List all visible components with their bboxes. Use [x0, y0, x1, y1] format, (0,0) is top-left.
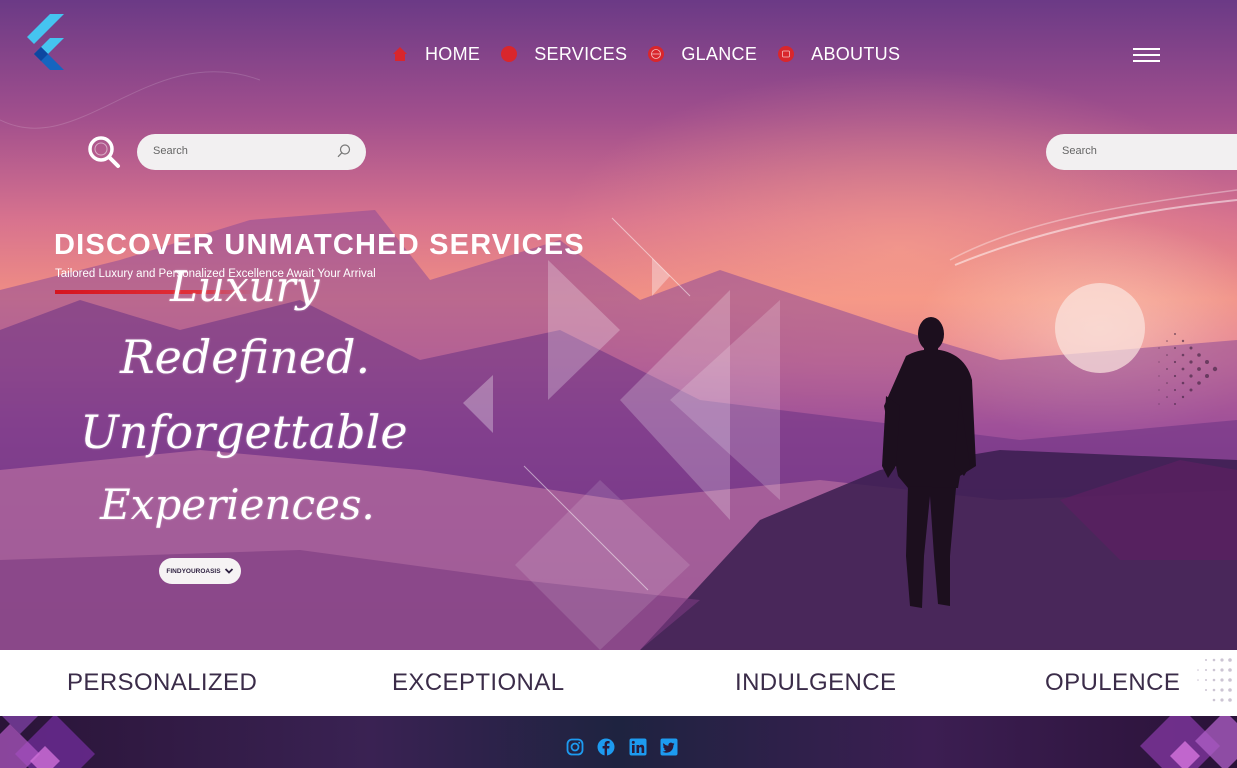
about-icon — [778, 46, 795, 62]
services-icon — [501, 46, 518, 62]
home-icon — [392, 46, 408, 62]
nav-item-services[interactable]: SERVICES — [501, 44, 627, 65]
globe-icon — [648, 46, 665, 62]
script-line-3: Unforgettable — [80, 405, 408, 459]
nav-label-home: HOME — [425, 43, 481, 64]
hiker-silhouette-illustration — [882, 317, 976, 608]
nav-label-glance: GLANCE — [681, 43, 758, 64]
nav-item-aboutus[interactable]: ABOUTUS — [778, 44, 900, 65]
band-word-exceptional: EXCEPTIONAL — [392, 669, 565, 696]
dot-pattern-decoration — [1158, 333, 1218, 405]
band-dot-pattern-decoration — [1197, 658, 1232, 702]
band-word-indulgence: INDULGENCE — [735, 669, 897, 696]
search-small-icon[interactable] — [336, 143, 352, 159]
cta-label: FINDYOUROASIS — [166, 567, 221, 575]
secondary-search-bar — [1046, 134, 1237, 170]
script-line-4: Experiences. — [100, 480, 375, 529]
search-icon[interactable] — [86, 134, 122, 170]
band-word-personalized: PERSONALIZED — [67, 669, 258, 696]
footer — [0, 716, 1237, 768]
flutter-logo-icon[interactable] — [20, 12, 68, 72]
facebook-icon[interactable] — [597, 738, 615, 756]
twitter-icon[interactable] — [660, 738, 678, 756]
chevron-down-icon — [224, 568, 233, 574]
hero-section — [0, 0, 1237, 650]
nav-label-services: SERVICES — [534, 43, 628, 64]
search-bar — [137, 134, 366, 170]
instagram-icon[interactable] — [566, 738, 584, 756]
find-your-oasis-button[interactable]: FINDYOUROASIS — [159, 558, 241, 584]
main-nav: HOME SERVICES GLANCE ABOUTUS — [392, 40, 921, 68]
script-line-2: Redefined. — [120, 330, 371, 384]
footer-diamond-decoration-left — [0, 716, 95, 768]
script-line-1: Luxury — [170, 262, 320, 311]
hero-headline: DISCOVER UNMATCHED SERVICES — [54, 229, 585, 261]
secondary-search-input[interactable] — [1060, 144, 1234, 158]
nav-label-aboutus: ABOUTUS — [811, 43, 901, 64]
hamburger-menu-icon[interactable] — [1133, 46, 1160, 64]
nav-item-home[interactable]: HOME — [392, 44, 480, 65]
nav-item-glance[interactable]: GLANCE — [648, 44, 757, 65]
footer-diamond-decoration-right — [1140, 716, 1237, 768]
mountain-landscape-illustration — [0, 71, 1237, 650]
linkedin-icon[interactable] — [629, 738, 647, 756]
search-input[interactable] — [151, 144, 325, 158]
